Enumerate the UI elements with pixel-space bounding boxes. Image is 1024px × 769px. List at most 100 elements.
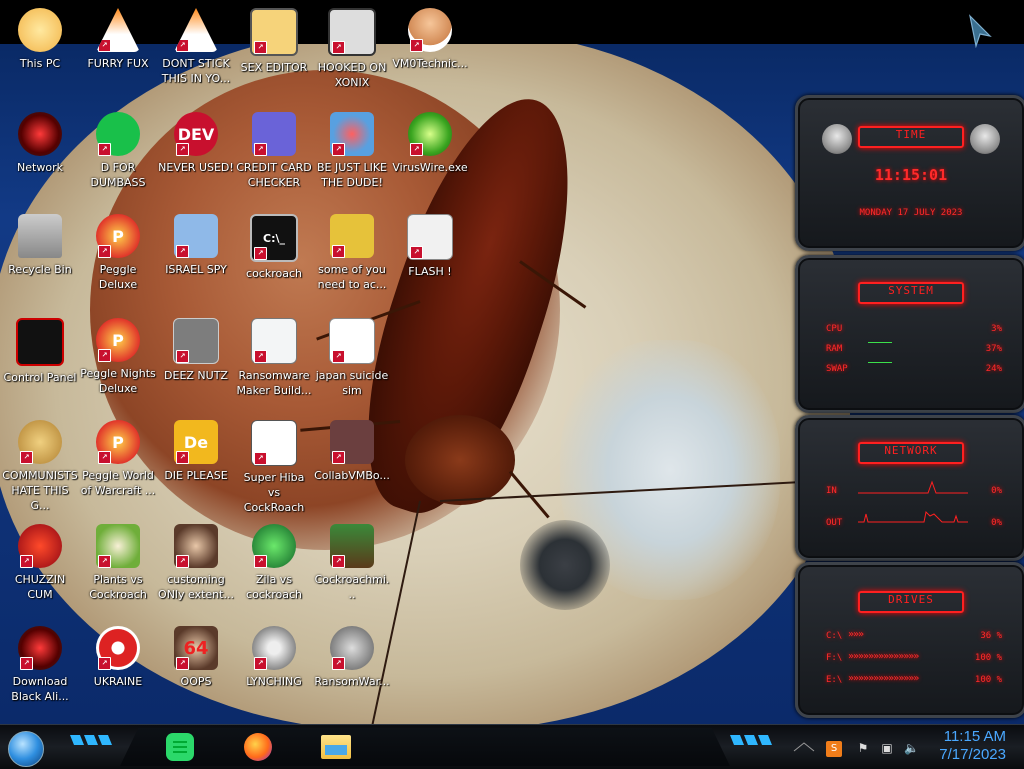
wallpaper-cockroach-head xyxy=(405,415,515,505)
desktop-icon-flash[interactable]: ↗ FLASH ! xyxy=(390,208,470,304)
taskbar-deco-left xyxy=(70,735,112,745)
network-status-icon[interactable]: ▣ xyxy=(880,741,894,755)
shortcut-arrow-icon: ↗ xyxy=(254,555,267,568)
desktop-icon-network[interactable]: Network xyxy=(0,106,80,202)
desktop-icon-zila-vs-cockroach[interactable]: ↗ Zila vs cockroach xyxy=(234,518,314,614)
volume-icon[interactable]: 🔈 xyxy=(904,741,919,755)
peggle-world-of-warcraft-glyph: P xyxy=(112,432,124,452)
desktop-icon-cockroachmi[interactable]: ↗ Cockroachmi... xyxy=(312,518,392,614)
download-black-ali-icon: ↗ xyxy=(18,626,62,670)
shortcut-arrow-icon: ↗ xyxy=(332,555,345,568)
this-pc-icon xyxy=(18,8,62,52)
desktop-icon-furry-fux[interactable]: ↗ FURRY FUX xyxy=(78,2,158,98)
desktop-icon-dont-stick[interactable]: ↗ DONT STICK THIS IN YO... xyxy=(156,2,236,98)
show-hidden-icons-icon[interactable] xyxy=(792,739,816,755)
desktop-icon-die-please[interactable]: De ↗ DIE PLEASE xyxy=(156,414,236,510)
peggle-deluxe-glyph: P xyxy=(112,226,124,246)
desktop-icon-cockroach[interactable]: C:\_ ↗ cockroach xyxy=(234,208,314,304)
desktop-icon-label: japan suicide sim xyxy=(315,369,389,397)
drives-gadget-title: DRIVES xyxy=(858,591,964,613)
desktop-icon-label: BE JUST LIKE THE DUDE! xyxy=(316,161,388,189)
shortcut-arrow-icon: ↗ xyxy=(254,247,267,260)
shortcut-arrow-icon: ↗ xyxy=(20,555,33,568)
desktop-icon-viruswire[interactable]: ↗ VirusWire.exe xyxy=(390,106,470,202)
communists-icon: ↗ xyxy=(18,420,62,464)
desktop-icon-ransomwar[interactable]: ↗ RansomWar... xyxy=(312,620,392,716)
desktop-icon-control-panel[interactable]: Control Panel xyxy=(0,312,80,408)
desktop-icon-label: DONT STICK THIS IN YO... xyxy=(161,57,231,85)
desktop-icon-label: HOOKED ON XONIX xyxy=(317,61,387,89)
start-button[interactable] xyxy=(8,731,44,767)
shortcut-arrow-icon: ↗ xyxy=(332,143,345,156)
shortcut-arrow-icon: ↗ xyxy=(98,555,111,568)
customing-only-icon: ↗ xyxy=(174,524,218,568)
desktop-icon-japan-suicide-sim[interactable]: ↗ japan suicide sim xyxy=(312,312,392,408)
system-gadget[interactable]: SYSTEM CPU 3% RAM 37% SWAP 24% xyxy=(795,255,1024,413)
desktop-icon-d-for-dumbass[interactable]: ↗ D FOR DUMBASS xyxy=(78,106,158,202)
desktop-icon-customing-only[interactable]: ↗ customing ONly extent... xyxy=(156,518,236,614)
lynching-icon: ↗ xyxy=(252,626,296,670)
taskbar-app-file-explorer[interactable] xyxy=(316,729,356,765)
desktop-icon-sex-editor[interactable]: ↗ SEX EDITOR xyxy=(234,2,314,98)
desktop-icon-download-black-ali[interactable]: ↗ Download Black Ali... xyxy=(0,620,80,716)
peggle-nights-deluxe-glyph: P xyxy=(112,330,124,350)
desktop-icon-label: VM0Technic... xyxy=(392,57,468,70)
network-out-label: OUT xyxy=(826,518,843,528)
ransomware-maker-icon: ↗ xyxy=(251,318,297,364)
tray-app-icon[interactable]: S xyxy=(826,741,842,757)
desktop-icon-label: FLASH ! xyxy=(408,265,452,278)
shortcut-arrow-icon: ↗ xyxy=(176,143,189,156)
network-gadget[interactable]: NETWORK IN 0% OUT 0% xyxy=(795,415,1024,561)
wallpaper-dark-spot xyxy=(520,520,610,610)
desktop-icon-never-used[interactable]: DEV ↗ NEVER USED! xyxy=(156,106,236,202)
taskbar-deco-right xyxy=(730,735,772,745)
desktop-icon-super-hiba[interactable]: ↗ Super Hiba vs CockRoach xyxy=(234,414,314,514)
desktop-icon-plants-vs-cockroach[interactable]: ↗ Plants vs Cockroach xyxy=(78,518,158,614)
flash-icon: ↗ xyxy=(407,214,453,260)
drive-e-value: 100 % xyxy=(974,675,1002,685)
ram-bar xyxy=(868,342,892,343)
desktop-icon-communists[interactable]: ↗ COMMUNISTS HATE THIS G... xyxy=(0,414,80,512)
shortcut-arrow-icon: ↗ xyxy=(176,555,189,568)
shortcut-arrow-icon: ↗ xyxy=(98,657,111,670)
desktop-icon-label: Plants vs Cockroach xyxy=(89,573,147,601)
taskbar-app-firefox[interactable] xyxy=(238,729,278,765)
folder-icon xyxy=(321,735,351,759)
system-gadget-title: SYSTEM xyxy=(858,282,964,304)
desktop-icon-recycle-bin[interactable]: Recycle Bin xyxy=(0,208,80,304)
desktop-icon-be-just-like-the-dude[interactable]: ↗ BE JUST LIKE THE DUDE! xyxy=(312,106,392,202)
desktop-icon-chuzzin-cum[interactable]: ↗ CHUZZIN CUM xyxy=(0,518,80,614)
desktop-icon-vm0technic[interactable]: ↗ VM0Technic... xyxy=(390,2,470,98)
desktop-icon-israel-spy[interactable]: ↗ ISRAEL SPY xyxy=(156,208,236,304)
drive-c-bar: »»» xyxy=(848,629,864,640)
desktop-icon-lynching[interactable]: ↗ LYNCHING xyxy=(234,620,314,716)
shortcut-arrow-icon: ↗ xyxy=(176,245,189,258)
d-for-dumbass-icon: ↗ xyxy=(96,112,140,156)
action-center-flag-icon[interactable]: ⚑ xyxy=(856,741,870,755)
desktop-icon-label: some of you need to ac... xyxy=(317,263,387,291)
desktop-icon-peggle-deluxe[interactable]: P ↗ Peggle Deluxe xyxy=(78,208,158,304)
desktop-icon-peggle-world-of-warcraft[interactable]: P ↗ Peggle World of Warcraft ... xyxy=(78,414,158,510)
desktop-icon-deez-nutz[interactable]: ↗ DEEZ NUTZ xyxy=(156,312,236,408)
desktop-icon-hooked-on-xonix[interactable]: ↗ HOOKED ON XONIX xyxy=(312,2,392,98)
die-please-glyph: De xyxy=(183,432,209,452)
desktop-icon-some-of-you[interactable]: ↗ some of you need to ac... xyxy=(312,208,392,304)
desktop-icon-this-pc[interactable]: This PC xyxy=(0,2,80,98)
desktop-icon-credit-card-checker[interactable]: ↗ CREDIT CARD CHECKER xyxy=(234,106,314,202)
desktop-icon-ransomware-maker[interactable]: ↗ Ransomware Maker Build... xyxy=(234,312,314,408)
taskbar-app-chat[interactable] xyxy=(160,729,200,765)
desktop-icon-ukraine[interactable]: ↗ UKRAINE xyxy=(78,620,158,716)
peggle-deluxe-icon: P ↗ xyxy=(96,214,140,258)
swap-label: SWAP xyxy=(826,364,848,374)
time-gadget[interactable]: TIME 11:15:01 MONDAY 17 JULY 2023 xyxy=(795,95,1024,251)
drives-gadget[interactable]: DRIVES C:\ »»» 36 % F:\ »»»»»»»»»»»»»» 1… xyxy=(795,562,1024,718)
desktop-icon-label: Peggle Nights Deluxe xyxy=(80,367,156,395)
desktop-icon-oops[interactable]: 64 ↗ OOPS xyxy=(156,620,236,716)
desktop-icon-peggle-nights-deluxe[interactable]: P ↗ Peggle Nights Deluxe xyxy=(78,312,158,408)
desktop-icon-label: customing ONly extent... xyxy=(158,573,234,601)
desktop-icon-collabvmbo[interactable]: ↗ CollabVMBo... xyxy=(312,414,392,510)
taskbar-clock[interactable]: 11:15 AM 7/17/2023 xyxy=(926,728,1006,764)
viruswire-icon: ↗ xyxy=(408,112,452,156)
zila-vs-cockroach-icon: ↗ xyxy=(252,524,296,568)
peggle-world-of-warcraft-icon: P ↗ xyxy=(96,420,140,464)
